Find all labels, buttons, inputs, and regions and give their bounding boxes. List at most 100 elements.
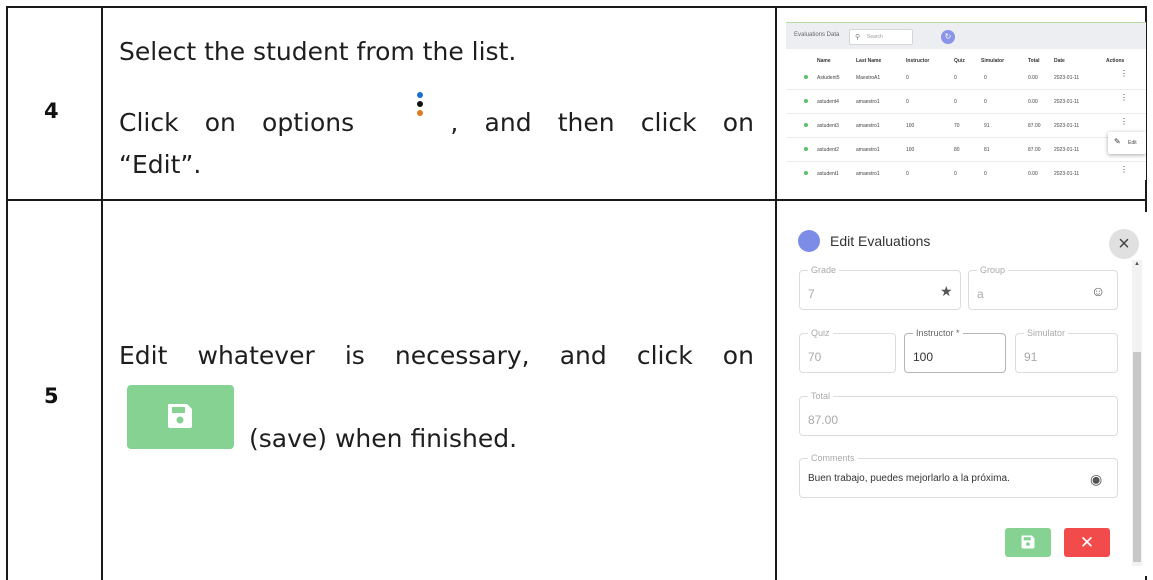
instruction-word: and xyxy=(484,108,532,137)
field-value: Buen trabajo, puedes mejorlarlo a la pró… xyxy=(808,473,1010,484)
step-instruction-line: “Edit”. xyxy=(119,150,202,179)
table-cell: 2023-01-11 xyxy=(1054,147,1080,153)
scrollbar-thumb[interactable] xyxy=(1133,352,1141,562)
table-cell: 2023-01-11 xyxy=(1054,123,1080,129)
simulator-field[interactable]: Simulator 91 xyxy=(1015,328,1118,373)
step-instruction-line: Select the student from the list. xyxy=(119,37,517,66)
search-icon: ⚲ xyxy=(855,34,861,41)
instruction-word: , xyxy=(450,108,459,137)
step-number: 4 xyxy=(44,99,59,123)
table-cell: astudent2 xyxy=(817,147,839,153)
table-column-divider-2 xyxy=(775,6,777,580)
table-cell: amaestro1 xyxy=(856,171,880,177)
table-column-divider-1 xyxy=(101,6,103,580)
close-icon[interactable]: × xyxy=(1109,229,1139,259)
status-dot xyxy=(804,123,808,127)
table-cell: 81 xyxy=(984,147,990,153)
step-instruction-line: (save) when finished. xyxy=(249,424,518,453)
table-cell: astudent4 xyxy=(817,99,839,105)
instruction-word: is xyxy=(344,341,365,370)
column-header: Instructor xyxy=(906,58,930,64)
table-row[interactable]: astudent3 amaestro1 100 70 91 87.00 2023… xyxy=(786,113,1146,138)
instructor-field[interactable]: Instructor * 100 xyxy=(904,328,1006,373)
save-button[interactable] xyxy=(1005,528,1051,557)
search-input[interactable]: ⚲ Search xyxy=(849,29,913,45)
table-cell: 0 xyxy=(906,75,909,81)
field-label: Simulator xyxy=(1024,328,1069,338)
table-cell: 0 xyxy=(906,171,909,177)
table-cell: 2023-01-11 xyxy=(1054,99,1080,105)
column-header: Total xyxy=(1028,58,1040,64)
field-value: 91 xyxy=(1024,350,1038,364)
table-cell: 2023-01-11 xyxy=(1054,75,1080,81)
instruction-word: on xyxy=(722,341,754,370)
table-cell: amaestro1 xyxy=(856,99,880,105)
table-cell: 100 xyxy=(906,147,915,153)
field-label: Instructor * xyxy=(913,328,963,338)
field-value: 87.00 xyxy=(808,413,839,427)
table-cell: 0 xyxy=(954,171,957,177)
table-cell: 80 xyxy=(954,147,960,153)
total-field[interactable]: Total 87.00 xyxy=(799,391,1118,436)
cancel-button[interactable]: ✕ xyxy=(1064,528,1110,557)
save-floppy-icon xyxy=(168,404,192,428)
quiz-field[interactable]: Quiz 70 xyxy=(799,328,896,373)
table-cell: 0.00 xyxy=(1028,99,1038,105)
options-kebab-icon[interactable]: ⋮ xyxy=(1120,70,1128,78)
instruction-word: Edit xyxy=(119,341,168,370)
column-header: Date xyxy=(1054,58,1065,64)
instruction-word: Click xyxy=(119,108,179,137)
scroll-up-icon[interactable]: ▲ xyxy=(1134,261,1140,267)
instruction-word: click xyxy=(640,108,697,137)
table-row-divider xyxy=(6,199,1147,201)
search-placeholder: Search xyxy=(867,34,883,40)
table-cell: 87.00 xyxy=(1028,147,1041,153)
field-label: Grade xyxy=(808,265,840,275)
step-number: 5 xyxy=(44,384,59,408)
table-cell: astudent3 xyxy=(817,123,839,129)
toolbar: Evaluations Data ⚲ Search ↻ xyxy=(786,22,1146,49)
grade-field[interactable]: Grade 7 ★ xyxy=(799,265,961,310)
table-cell: 0 xyxy=(906,99,909,105)
table-cell: 0 xyxy=(984,171,987,177)
options-kebab-icon[interactable]: ⋮ xyxy=(1120,94,1128,102)
save-floppy-icon xyxy=(1021,535,1035,549)
table-cell: 70 xyxy=(954,123,960,129)
table-cell: MaestroA1 xyxy=(856,75,881,81)
table-border-left xyxy=(6,6,8,580)
table-row[interactable]: astudent1 amaestro1 0 0 0 0.00 2023-01-1… xyxy=(786,161,1146,180)
step-instruction-line: Edit whatever is necessary, and click on xyxy=(119,341,754,370)
table-cell: amaestro1 xyxy=(856,147,880,153)
menu-item-edit[interactable]: Edit xyxy=(1128,140,1137,146)
table-cell: 91 xyxy=(984,123,990,129)
table-row[interactable]: astudent4 amaestro1 0 0 0 0.00 2023-01-1… xyxy=(786,89,1146,114)
options-kebab-icon[interactable]: ⋮ xyxy=(1120,166,1128,174)
table-row[interactable]: astudent2 amaestro1 100 80 81 87.00 2023… xyxy=(786,137,1146,162)
field-value: 7 xyxy=(808,287,815,301)
table-cell: amaestro1 xyxy=(856,123,880,129)
field-label: Group xyxy=(977,265,1009,275)
refresh-icon[interactable]: ↻ xyxy=(941,30,955,44)
dialog-title: Edit Evaluations xyxy=(830,233,931,249)
guide-table: 4 Select the student from the list. Clic… xyxy=(0,0,1153,580)
instruction-word: on xyxy=(722,108,754,137)
options-kebab-icon[interactable]: ⋮ xyxy=(1120,118,1128,126)
status-dot xyxy=(804,171,808,175)
field-label: Total xyxy=(808,391,834,401)
table-cell: Astudent5 xyxy=(817,75,840,81)
group-field[interactable]: Group a ☺ xyxy=(968,265,1118,310)
table-row[interactable]: Astudent5 MaestroA1 0 0 0 0.00 2023-01-1… xyxy=(786,65,1146,90)
status-dot xyxy=(804,75,808,79)
comments-field[interactable]: Comments Buen trabajo, puedes mejorlarlo… xyxy=(799,453,1118,498)
status-dot xyxy=(804,99,808,103)
star-icon: ★ xyxy=(940,283,953,299)
scrollbar[interactable]: ▲ xyxy=(1132,260,1142,566)
table-cell: 2023-01-11 xyxy=(1054,171,1080,177)
evaluations-list-screenshot: Evaluations Data ⚲ Search ↻ Name Last Na… xyxy=(786,22,1146,180)
table-cell: 0 xyxy=(984,75,987,81)
eye-icon[interactable]: ◉ xyxy=(1090,471,1102,488)
avatar-icon xyxy=(798,230,820,252)
instruction-word: then xyxy=(557,108,615,137)
table-cell: 87.00 xyxy=(1028,123,1041,129)
instruction-word: options xyxy=(262,108,355,137)
